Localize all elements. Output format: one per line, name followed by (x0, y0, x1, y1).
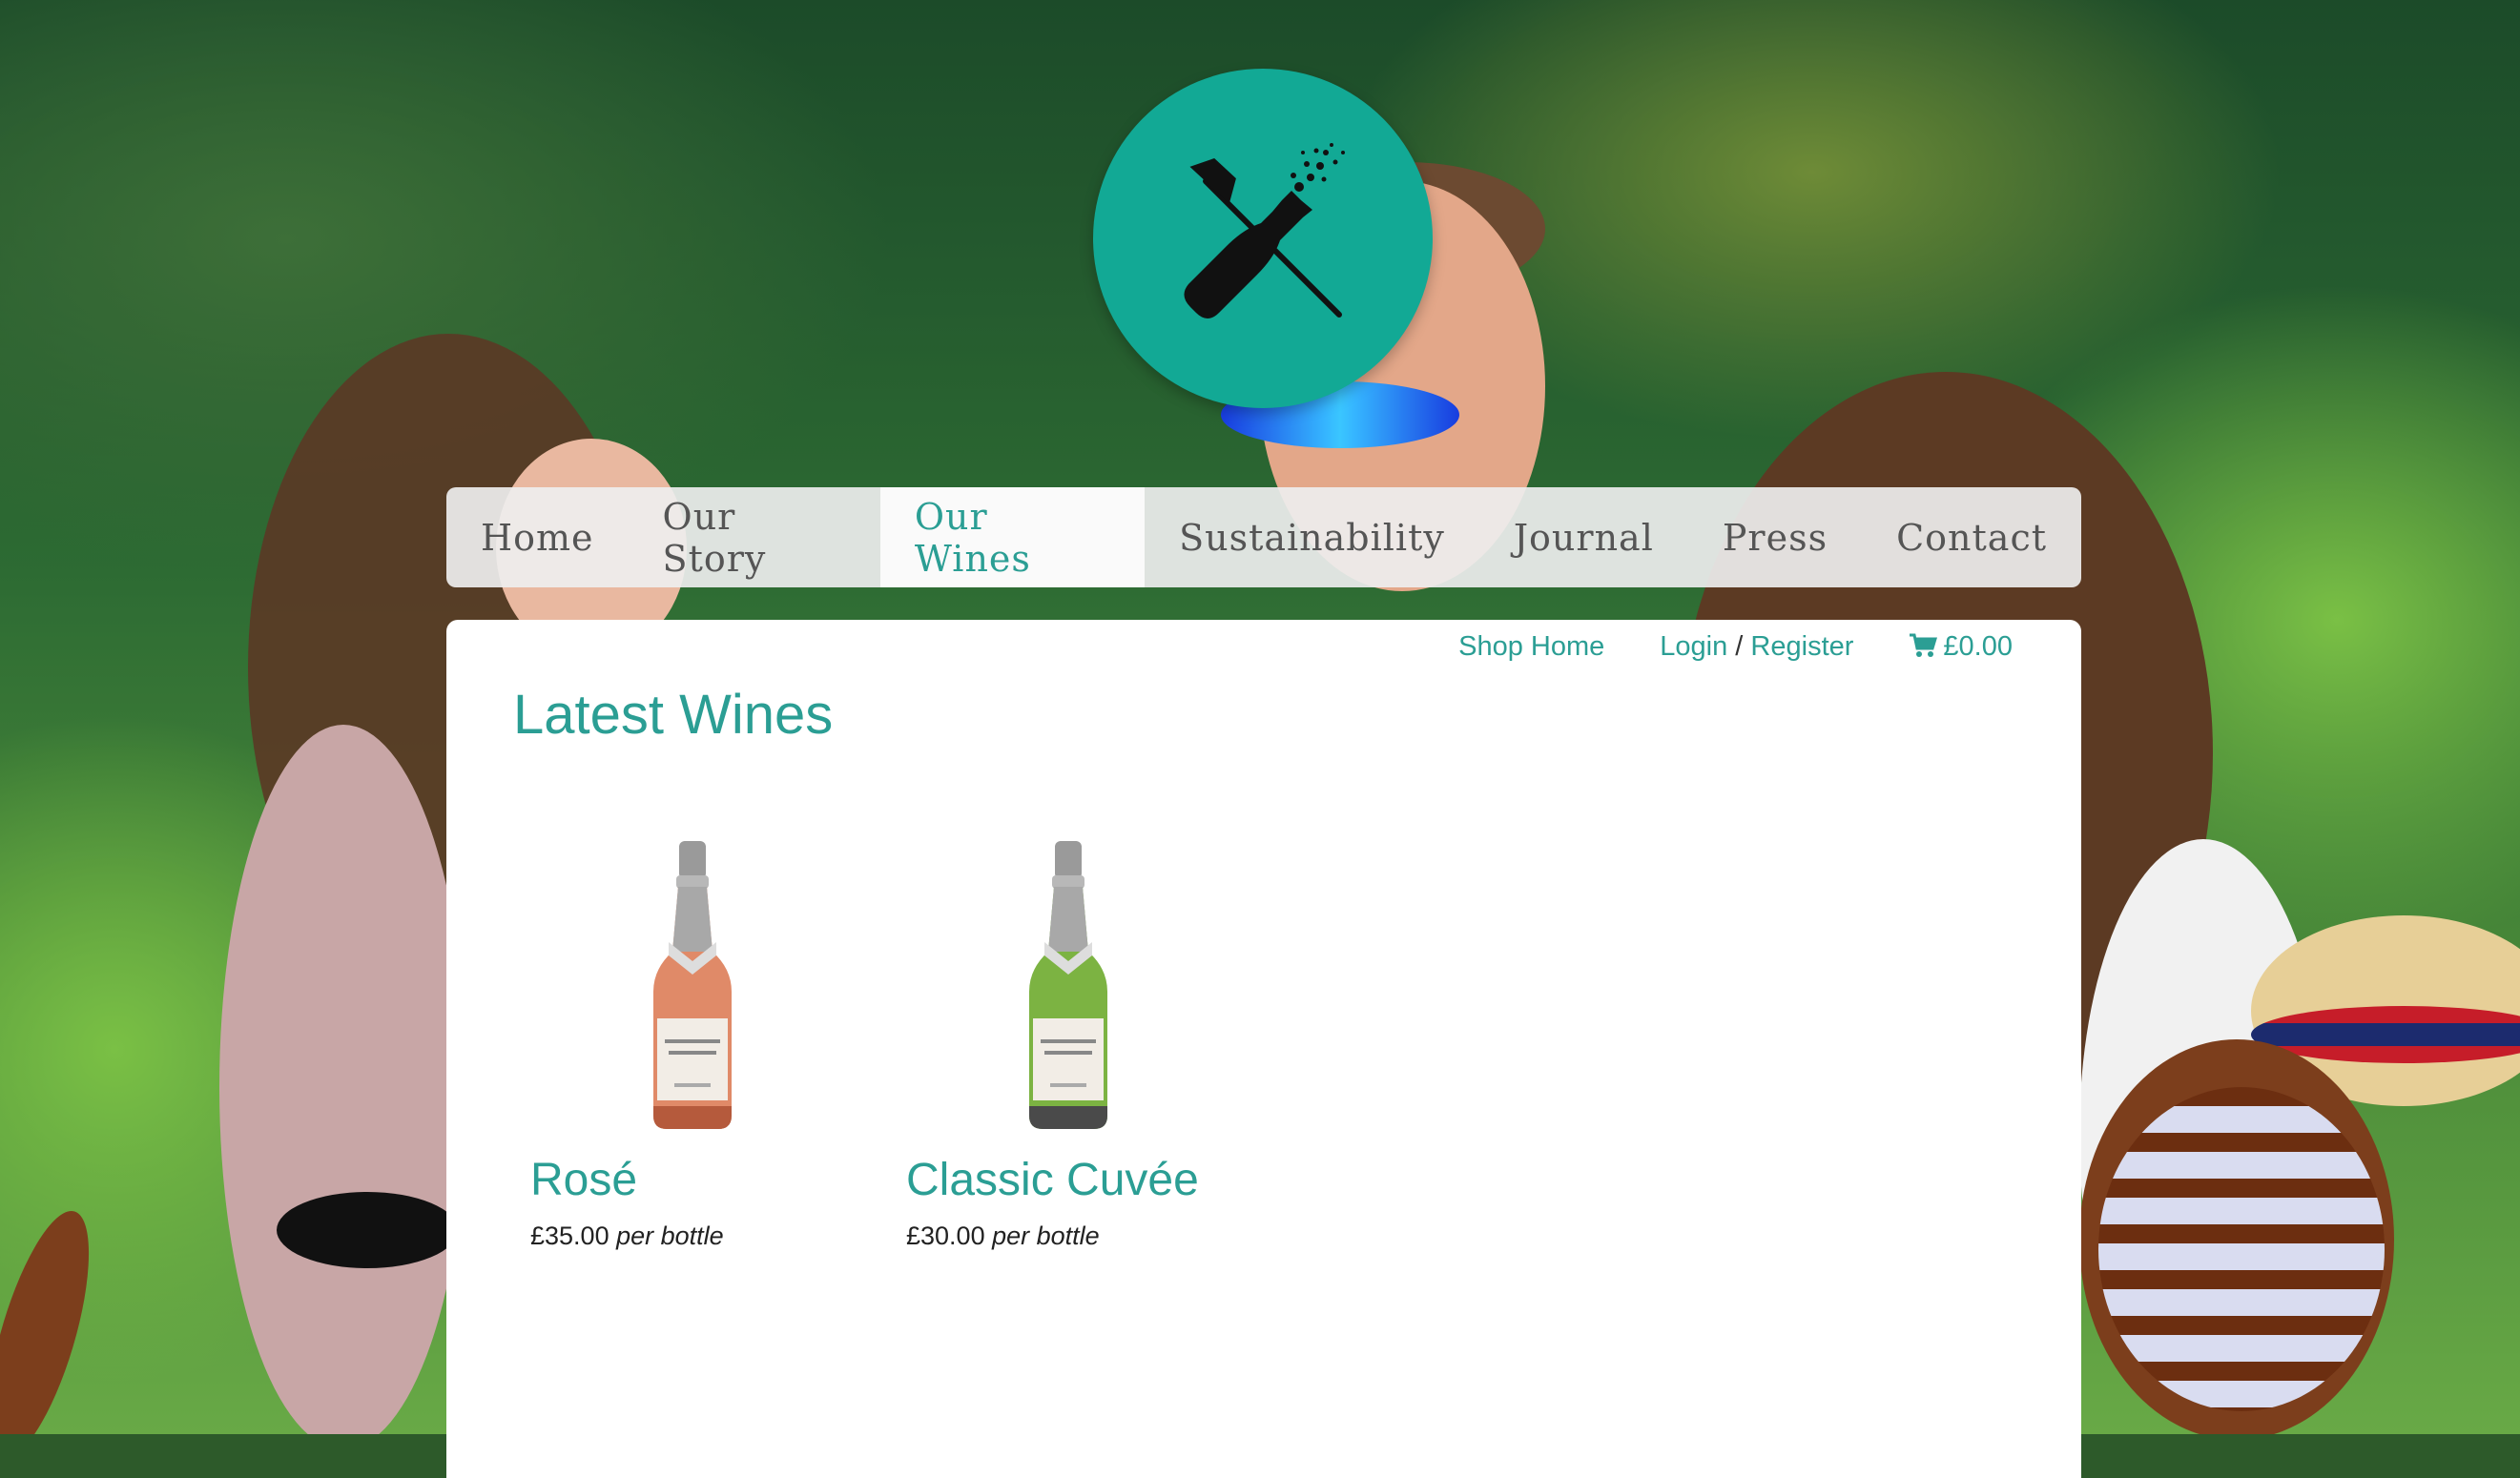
page-title: Latest Wines (513, 684, 834, 746)
nav-journal[interactable]: Journal (1479, 487, 1688, 587)
nav-contact[interactable]: Contact (1862, 487, 2081, 587)
cart-total: £0.00 (1943, 631, 2013, 662)
nav-press[interactable]: Press (1688, 487, 1862, 587)
nav-home[interactable]: Home (446, 487, 629, 587)
product-name[interactable]: Rosé (530, 1154, 855, 1206)
product-card: Classic Cuvée £30.00 per bottle (906, 811, 1230, 1251)
bg-wood-post (0, 1211, 110, 1434)
bg-chair-slats (2098, 1087, 2385, 1411)
product-image[interactable] (530, 811, 855, 1135)
price-amount: £30.00 (906, 1221, 985, 1250)
product-price: £35.00 per bottle (530, 1221, 855, 1251)
nav-our-story[interactable]: Our Story (629, 487, 880, 587)
main-navigation: Home Our Story Our Wines Sustainability … (446, 487, 2081, 587)
bg-woman-left-belt (277, 1192, 458, 1268)
price-amount: £35.00 (530, 1221, 609, 1250)
login-register-separator: / (1735, 631, 1744, 662)
content-panel: Shop Home Login / Register £0.00 Latest … (446, 620, 2081, 1478)
nav-sustainability[interactable]: Sustainability (1145, 487, 1479, 587)
oar-bottle-logo-icon (1184, 143, 1345, 318)
product-name[interactable]: Classic Cuvée (906, 1154, 1230, 1206)
shop-toolbar: Shop Home Login / Register £0.00 (1458, 631, 2013, 663)
rose-bottle-image (653, 841, 732, 1129)
classic-cuvee-bottle-image (1029, 841, 1107, 1129)
cart-link[interactable]: £0.00 (1909, 631, 2013, 663)
shop-home-link[interactable]: Shop Home (1458, 631, 1604, 663)
product-image[interactable] (906, 811, 1230, 1135)
price-unit: per bottle (992, 1221, 1100, 1250)
price-unit: per bottle (616, 1221, 724, 1250)
bg-woman-left-dress (219, 725, 467, 1434)
site-logo[interactable] (1093, 69, 1433, 408)
product-price: £30.00 per bottle (906, 1221, 1230, 1251)
register-link[interactable]: Register (1750, 631, 1853, 663)
login-link[interactable]: Login (1660, 631, 1727, 663)
nav-our-wines[interactable]: Our Wines (879, 487, 1146, 587)
shopping-cart-icon (1910, 633, 1938, 657)
product-card: Rosé £35.00 per bottle (530, 811, 855, 1251)
